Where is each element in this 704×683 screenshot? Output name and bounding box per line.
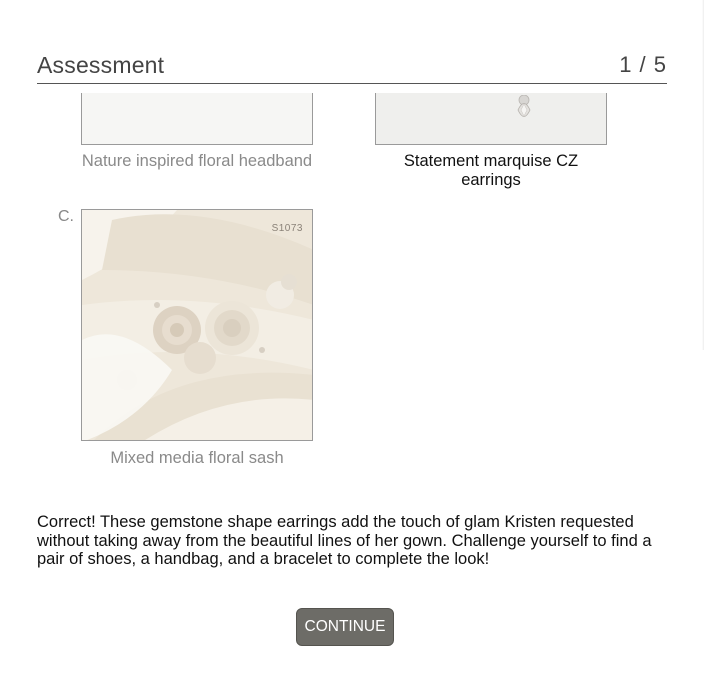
option-b-caption[interactable]: Statement marquise CZ earrings [375, 152, 607, 190]
product-sku: S1073 [271, 223, 303, 234]
option-c-letter: C. [58, 208, 74, 225]
question-progress: 1 / 5 [619, 52, 667, 77]
option-a-image[interactable] [81, 93, 313, 145]
option-b-image[interactable] [375, 93, 607, 145]
option-c-caption[interactable]: Mixed media floral sash [81, 449, 313, 468]
continue-button[interactable]: CONTINUE [296, 608, 394, 646]
assessment-header: Assessment 1 / 5 [37, 50, 667, 84]
floral-sash-illustration [82, 210, 312, 440]
assessment-title: Assessment [37, 52, 165, 78]
option-c-image[interactable]: S1073 [81, 209, 313, 441]
earring-icon [517, 95, 531, 117]
assessment-panel: Assessment 1 / 5 Nature inspired floral … [0, 0, 704, 683]
option-a-caption[interactable]: Nature inspired floral headband [81, 152, 313, 171]
feedback-text: Correct! These gemstone shape earrings a… [37, 513, 652, 568]
